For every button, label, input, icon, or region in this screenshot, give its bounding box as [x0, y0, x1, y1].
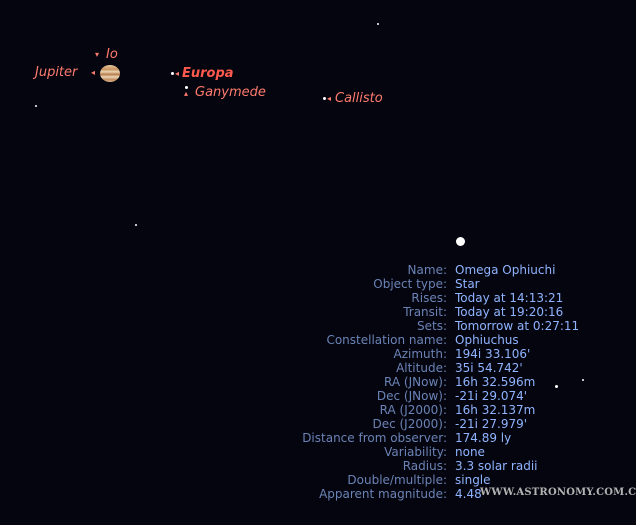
info-row: Altitude: 35i 54.742'	[280, 361, 636, 375]
star[interactable]	[377, 23, 379, 25]
info-value: -21i 27.979'	[455, 417, 528, 431]
io-marker: ▾	[95, 50, 100, 59]
callisto-moon[interactable]	[323, 97, 326, 100]
info-value: Ophiuchus	[455, 333, 519, 347]
info-row: RA (JNow): 16h 32.596m	[280, 375, 636, 389]
info-value: 194i 33.106'	[455, 347, 531, 361]
jupiter-planet[interactable]	[100, 65, 120, 82]
info-value: 3.3 solar radii	[455, 459, 538, 473]
info-row: Dec (JNow): -21i 29.074'	[280, 389, 636, 403]
jupiter-label[interactable]: Jupiter	[35, 65, 77, 80]
info-row: Radius: 3.3 solar radii	[280, 459, 636, 473]
info-value: 35i 54.742'	[455, 361, 523, 375]
info-row: Azimuth: 194i 33.106'	[280, 347, 636, 361]
info-label: Double/multiple:	[347, 473, 447, 487]
europa-marker: ◂	[175, 69, 180, 78]
jupiter-marker: ◂	[91, 68, 96, 77]
info-label: Apparent magnitude:	[319, 487, 447, 501]
info-row: Transit: Today at 19:20:16	[280, 305, 636, 319]
info-row: Name: Omega Ophiuchi	[280, 263, 636, 277]
info-row: Distance from observer: 174.89 ly	[280, 431, 636, 445]
info-value: 4.48	[455, 487, 482, 501]
info-value: 16h 32.137m	[455, 403, 536, 417]
info-label: Radius:	[402, 459, 447, 473]
info-label: Azimuth:	[393, 347, 448, 361]
info-label: Dec (JNow):	[376, 389, 447, 403]
info-value: Today at 19:20:16	[455, 305, 564, 319]
info-label: RA (J2000):	[379, 403, 447, 417]
object-info-panel: Name: Omega Ophiuchi Object type: Star Rises…	[280, 263, 636, 501]
info-row: Constellation name: Ophiuchus	[280, 333, 636, 347]
info-value: -21i 29.074'	[455, 389, 528, 403]
info-row: Object type: Star	[280, 277, 636, 291]
europa-label[interactable]: Europa	[182, 66, 234, 81]
info-row: Sets: Tomorrow at 0:27:11	[280, 319, 636, 333]
info-row: Double/multiple: single	[280, 473, 636, 487]
info-value: Star	[455, 277, 480, 291]
info-label: Transit:	[403, 305, 447, 319]
info-value: none	[455, 445, 485, 459]
info-row: RA (J2000): 16h 32.137m	[280, 403, 636, 417]
ganymede-marker: ▴	[184, 89, 189, 98]
callisto-label[interactable]: Callisto	[335, 91, 383, 106]
info-value: Tomorrow at 0:27:11	[455, 319, 580, 333]
info-label: Dec (J2000):	[372, 417, 447, 431]
info-label: Variability:	[384, 445, 447, 459]
info-label: Object type:	[373, 277, 447, 291]
info-value: single	[455, 473, 491, 487]
info-label: Constellation name:	[326, 333, 447, 347]
selected-star-omega-ophiuchi[interactable]	[456, 237, 465, 246]
io-label[interactable]: Io	[106, 47, 118, 62]
callisto-marker: ◂	[327, 94, 332, 103]
info-label: Distance from observer:	[302, 431, 447, 445]
info-label: Altitude:	[396, 361, 447, 375]
info-label: Sets:	[417, 319, 447, 333]
info-row: Variability: none	[280, 445, 636, 459]
info-row: Dec (J2000): -21i 27.979'	[280, 417, 636, 431]
info-label: RA (JNow):	[384, 375, 447, 389]
watermark-text: WWW.ASTRONOMY.COM.CN	[480, 487, 636, 498]
info-value: Today at 14:13:21	[455, 291, 564, 305]
ganymede-label[interactable]: Ganymede	[195, 85, 266, 100]
star[interactable]	[35, 105, 37, 107]
star[interactable]	[135, 224, 137, 226]
info-value: 174.89 ly	[455, 431, 512, 445]
info-value: 16h 32.596m	[455, 375, 536, 389]
info-value: Omega Ophiuchi	[455, 263, 556, 277]
europa-moon[interactable]	[171, 72, 174, 75]
info-row: Rises: Today at 14:13:21	[280, 291, 636, 305]
info-label: Name:	[407, 263, 447, 277]
info-label: Rises:	[411, 291, 447, 305]
